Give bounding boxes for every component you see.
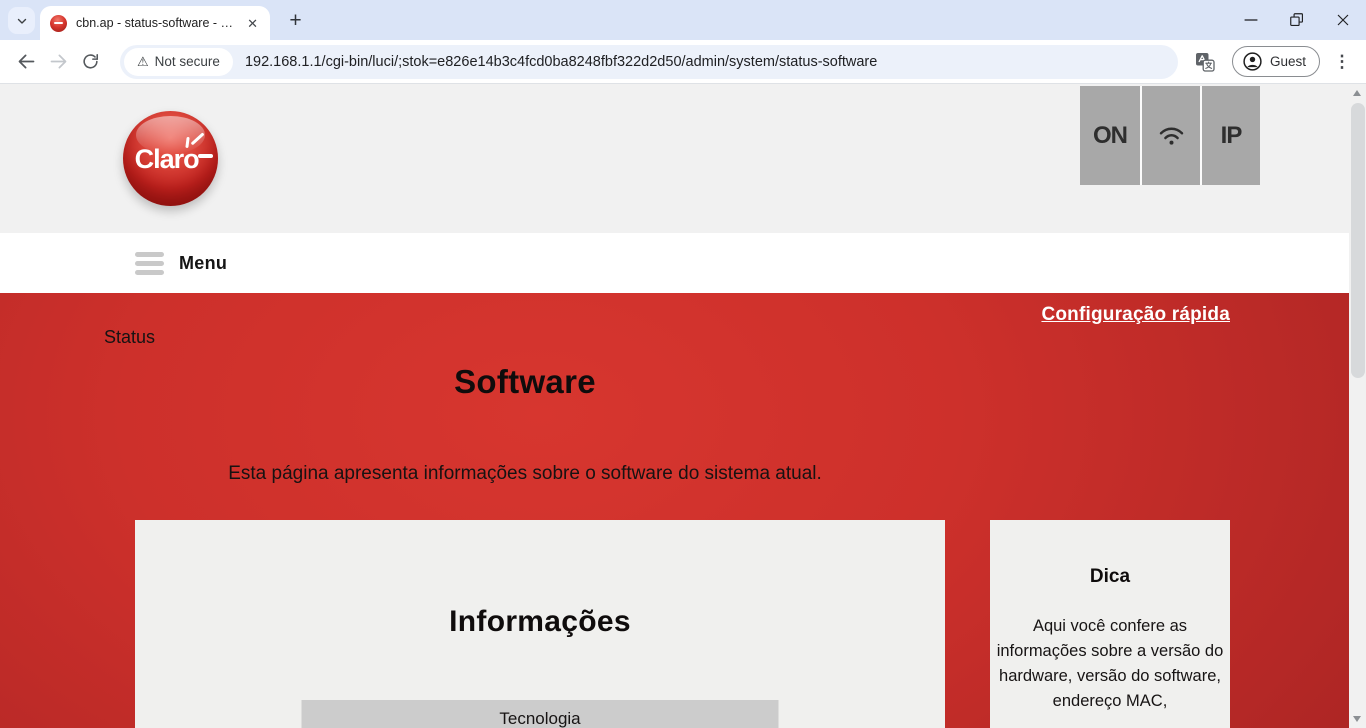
info-card-title: Informações xyxy=(135,605,945,639)
new-tab-button[interactable]: + xyxy=(283,8,308,33)
router-admin-page: Claro ON xyxy=(0,84,1349,728)
minimize-button[interactable] xyxy=(1228,0,1274,40)
forward-button[interactable] xyxy=(42,46,74,78)
reload-icon xyxy=(81,52,100,71)
warning-icon: ⚠ xyxy=(137,55,149,68)
info-card: Informações Tecnologia xyxy=(135,520,945,728)
status-software-section: Configuração rápida Status Software Esta… xyxy=(0,293,1349,728)
ip-button-label: IP xyxy=(1221,122,1242,150)
ip-button[interactable]: IP xyxy=(1200,86,1260,185)
close-icon xyxy=(1333,10,1353,30)
site-header: Claro ON xyxy=(0,84,1349,233)
minimize-icon xyxy=(1240,9,1262,31)
close-window-button[interactable] xyxy=(1320,0,1366,40)
page-description: Esta página apresenta informações sobre … xyxy=(105,463,945,485)
restore-icon xyxy=(1287,10,1307,30)
browser-titlebar: cbn.ap - status-software - LuCI ✕ + xyxy=(0,0,1366,40)
forward-icon xyxy=(48,51,69,72)
security-chip[interactable]: ⚠ Not secure xyxy=(124,48,233,76)
security-label: Not secure xyxy=(155,54,220,69)
menu-label[interactable]: Menu xyxy=(179,253,227,274)
address-bar[interactable]: ⚠ Not secure 192.168.1.1/cgi-bin/luci/;s… xyxy=(120,45,1178,79)
breadcrumb-status: Status xyxy=(104,327,155,348)
tip-card-title: Dica xyxy=(990,566,1230,588)
translate-icon xyxy=(1195,52,1215,72)
hamburger-menu-icon[interactable] xyxy=(135,252,164,275)
scrollbar-down-arrow-icon[interactable] xyxy=(1353,716,1361,722)
back-button[interactable] xyxy=(10,46,42,78)
claro-logo-text: Claro xyxy=(135,144,199,175)
on-button-label: ON xyxy=(1093,122,1127,150)
scrollbar-thumb[interactable] xyxy=(1351,103,1365,378)
wifi-icon xyxy=(1158,125,1185,147)
scrollbar-up-arrow-icon[interactable] xyxy=(1353,90,1361,96)
browser-menu-icon[interactable]: ⋮ xyxy=(1332,53,1352,70)
claro-favicon-icon xyxy=(50,15,67,32)
reload-button[interactable] xyxy=(74,46,106,78)
window-controls xyxy=(1228,0,1366,40)
page-title: Software xyxy=(105,363,945,401)
restore-button[interactable] xyxy=(1274,0,1320,40)
quick-setup-link[interactable]: Configuração rápida xyxy=(1041,304,1230,326)
menu-bar: Menu xyxy=(0,233,1349,293)
cards-row: Informações Tecnologia Dica Aqui você co… xyxy=(105,520,1230,728)
claro-logo: Claro xyxy=(123,111,218,206)
on-button[interactable]: ON xyxy=(1080,86,1140,185)
tab-title: cbn.ap - status-software - LuCI xyxy=(76,16,238,30)
profile-button[interactable]: Guest xyxy=(1232,46,1320,77)
browser-toolbar: ⚠ Not secure 192.168.1.1/cgi-bin/luci/;s… xyxy=(0,40,1366,84)
translate-button[interactable] xyxy=(1190,47,1220,77)
tip-card-text: Aqui você confere as informações sobre a… xyxy=(994,614,1226,714)
profile-label: Guest xyxy=(1270,54,1306,69)
back-icon xyxy=(16,51,37,72)
wifi-button[interactable] xyxy=(1140,86,1200,185)
page-scrollbar[interactable] xyxy=(1349,84,1366,728)
tip-card: Dica Aqui você confere as informações so… xyxy=(990,520,1230,728)
profile-icon xyxy=(1242,51,1263,72)
chevron-down-icon xyxy=(15,14,29,28)
tab-close-icon[interactable]: ✕ xyxy=(245,15,260,32)
header-quick-buttons: ON IP xyxy=(1080,86,1260,185)
browser-tab[interactable]: cbn.ap - status-software - LuCI ✕ xyxy=(40,6,270,40)
browser-window: cbn.ap - status-software - LuCI ✕ + xyxy=(0,0,1366,728)
page-viewport: Claro ON xyxy=(0,84,1366,728)
url-text: 192.168.1.1/cgi-bin/luci/;stok=e826e14b3… xyxy=(245,54,877,70)
tab-search-button[interactable] xyxy=(8,7,35,34)
table-header-tecnologia: Tecnologia xyxy=(302,700,779,728)
